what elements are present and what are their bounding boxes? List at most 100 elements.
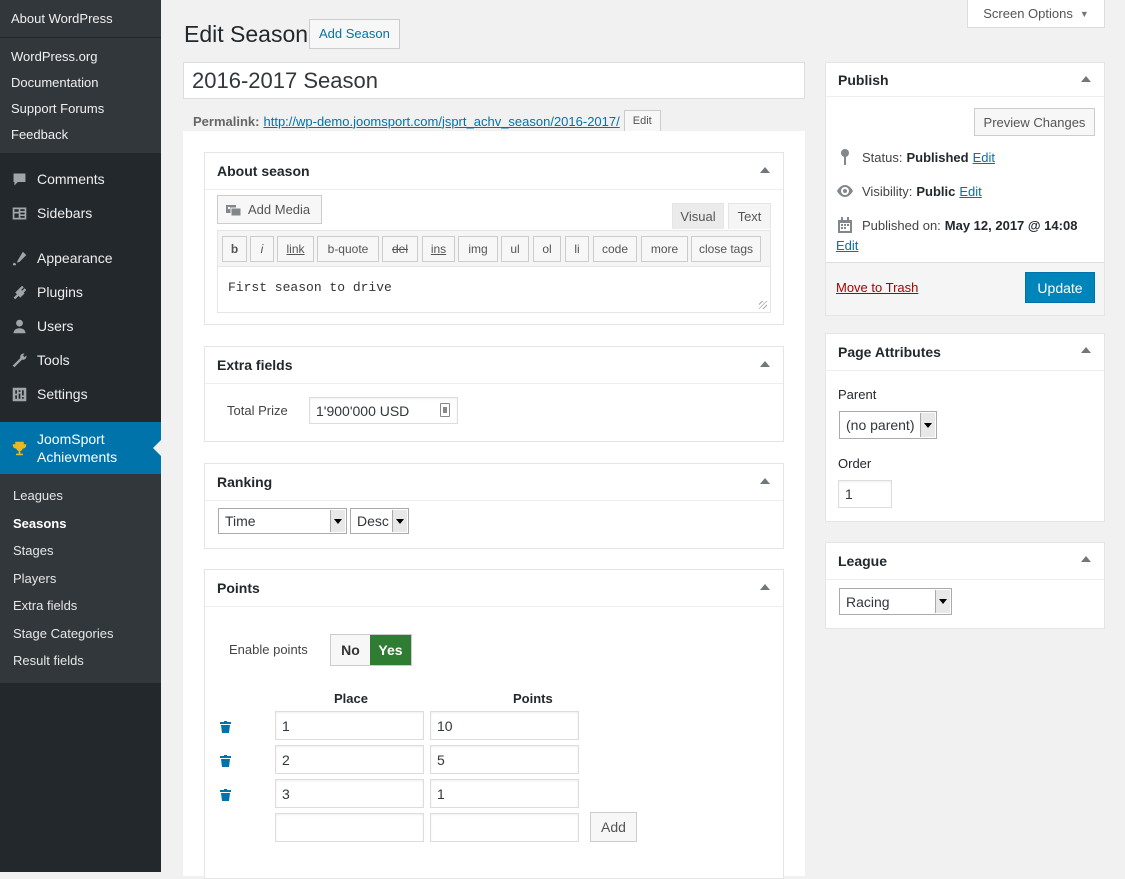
chevron-down-icon <box>935 590 950 613</box>
calendar-icon <box>836 217 854 233</box>
permalink: Permalink: http://wp-demo.joomsport.com/… <box>193 110 661 132</box>
permalink-edit-button[interactable]: Edit <box>623 110 661 132</box>
add-season-button[interactable]: Add Season <box>309 19 400 49</box>
menu-item-appearance[interactable]: Appearance <box>0 241 161 275</box>
chevron-down-icon <box>330 510 345 532</box>
collapse-arrow-icon[interactable] <box>760 584 770 590</box>
trash-icon[interactable] <box>220 755 231 767</box>
collapse-arrow-icon[interactable] <box>760 478 770 484</box>
submenu-result-fields[interactable]: Result fields <box>0 647 161 675</box>
points-input[interactable]: 10 <box>430 711 579 740</box>
permalink-url[interactable]: http://wp-demo.joomsport.com/jsprt_achv_… <box>263 114 619 129</box>
collapse-arrow-icon[interactable] <box>1081 76 1091 82</box>
tools-icon <box>10 351 28 369</box>
joomsport-submenu: Leagues Seasons Stages Players Extra fie… <box>0 474 161 683</box>
points-header[interactable]: Points <box>205 570 783 607</box>
ranking-sort-select[interactable]: Time <box>218 508 347 534</box>
add-media-button[interactable]: Add Media <box>217 195 322 224</box>
order-input[interactable]: 1 <box>838 480 892 508</box>
ranking-order-select[interactable]: Desc <box>350 508 409 534</box>
collapse-arrow-icon[interactable] <box>760 167 770 173</box>
about-season-header[interactable]: About season <box>205 153 783 190</box>
place-input[interactable]: 2 <box>275 745 424 774</box>
new-place-input[interactable] <box>275 813 424 842</box>
ranking-box: Ranking <box>204 463 784 549</box>
tab-visual[interactable]: Visual <box>672 203 724 229</box>
documentation-link[interactable]: Documentation <box>0 70 161 96</box>
add-row-button[interactable]: Add <box>590 812 637 842</box>
admin-sidebar: About WordPress WordPress.org Documentat… <box>0 0 161 872</box>
submenu-players[interactable]: Players <box>0 565 161 593</box>
tab-text[interactable]: Text <box>728 203 771 229</box>
screen-options-button[interactable]: Screen Options ▼ <box>967 0 1105 28</box>
enable-points-toggle[interactable]: No Yes <box>330 634 412 666</box>
qt-blockquote-button[interactable]: b-quote <box>317 236 379 262</box>
qt-bold-button[interactable]: b <box>222 236 247 262</box>
caret-down-icon: ▼ <box>1079 8 1089 19</box>
parent-select[interactable]: (no parent) <box>839 411 937 439</box>
qt-ol-button[interactable]: ol <box>533 236 561 262</box>
menu-item-plugins[interactable]: Plugins <box>0 275 161 309</box>
edit-date-link[interactable]: Edit <box>836 238 858 253</box>
menu-item-tools[interactable]: Tools <box>0 343 161 377</box>
place-input[interactable]: 1 <box>275 711 424 740</box>
qt-code-button[interactable]: code <box>593 236 637 262</box>
page-attributes-header[interactable]: Page Attributes <box>826 334 1104 371</box>
trash-icon[interactable] <box>220 789 231 801</box>
qt-ins-button[interactable]: ins <box>422 236 455 262</box>
place-column-header: Place <box>334 691 368 706</box>
parent-label: Parent <box>838 387 877 402</box>
submenu-leagues[interactable]: Leagues <box>0 482 161 510</box>
submenu-extra-fields[interactable]: Extra fields <box>0 592 161 620</box>
published-on-row: Published on: May 12, 2017 @ 14:08 <box>836 217 1077 233</box>
menu-item-users[interactable]: Users <box>0 309 161 343</box>
move-to-trash-link[interactable]: Move to Trash <box>836 280 918 295</box>
qt-italic-button[interactable]: i <box>250 236 274 262</box>
qt-close-tags-button[interactable]: close tags <box>691 236 761 262</box>
extra-fields-header[interactable]: Extra fields <box>205 347 783 384</box>
qt-link-button[interactable]: link <box>277 236 314 262</box>
qt-del-button[interactable]: del <box>382 236 418 262</box>
qt-li-button[interactable]: li <box>565 236 589 262</box>
publish-header[interactable]: Publish <box>826 63 1104 97</box>
qt-more-button[interactable]: more <box>641 236 688 262</box>
menu-item-settings[interactable]: Settings <box>0 377 161 411</box>
points-input[interactable]: 5 <box>430 745 579 774</box>
support-forums-link[interactable]: Support Forums <box>0 96 161 122</box>
collapse-arrow-icon[interactable] <box>1081 556 1091 562</box>
toggle-no-option[interactable]: No <box>331 635 370 665</box>
chevron-down-icon <box>920 413 935 437</box>
total-prize-input[interactable]: 1'900'000 USD <box>309 397 458 424</box>
about-wordpress-link[interactable]: About WordPress <box>0 0 161 37</box>
qt-ul-button[interactable]: ul <box>501 236 529 262</box>
menu-item-sidebars[interactable]: Sidebars <box>0 196 161 230</box>
toggle-yes-option[interactable]: Yes <box>370 635 411 665</box>
edit-visibility-link[interactable]: Edit <box>959 184 981 199</box>
admin-menu: Comments Sidebars Appearance Plugins Use… <box>0 153 161 474</box>
ranking-header[interactable]: Ranking <box>205 464 783 501</box>
collapse-arrow-icon[interactable] <box>760 361 770 367</box>
feedback-link[interactable]: Feedback <box>0 122 161 148</box>
trash-icon[interactable] <box>220 721 231 733</box>
points-input[interactable]: 1 <box>430 779 579 808</box>
new-points-input[interactable] <box>430 813 579 842</box>
update-button[interactable]: Update <box>1025 272 1095 303</box>
menu-item-joomsport[interactable]: JoomSport Achievments <box>0 422 161 474</box>
place-input[interactable]: 3 <box>275 779 424 808</box>
submenu-stages[interactable]: Stages <box>0 537 161 565</box>
resize-grip-icon[interactable] <box>759 301 767 309</box>
wordpress-links: WordPress.org Documentation Support Foru… <box>0 37 161 153</box>
page-title: Edit Season <box>184 21 309 47</box>
submenu-stage-categories[interactable]: Stage Categories <box>0 620 161 648</box>
menu-item-comments[interactable]: Comments <box>0 162 161 196</box>
qt-img-button[interactable]: img <box>458 236 498 262</box>
preview-changes-button[interactable]: Preview Changes <box>974 108 1095 136</box>
submenu-seasons[interactable]: Seasons <box>0 510 161 538</box>
content-editor-textarea[interactable]: First season to drive <box>217 266 771 313</box>
league-select[interactable]: Racing <box>839 588 952 615</box>
edit-status-link[interactable]: Edit <box>973 150 995 165</box>
post-title-input[interactable]: 2016-2017 Season <box>183 62 805 99</box>
league-header[interactable]: League <box>826 543 1104 580</box>
collapse-arrow-icon[interactable] <box>1081 347 1091 353</box>
wordpress-org-link[interactable]: WordPress.org <box>0 44 161 70</box>
